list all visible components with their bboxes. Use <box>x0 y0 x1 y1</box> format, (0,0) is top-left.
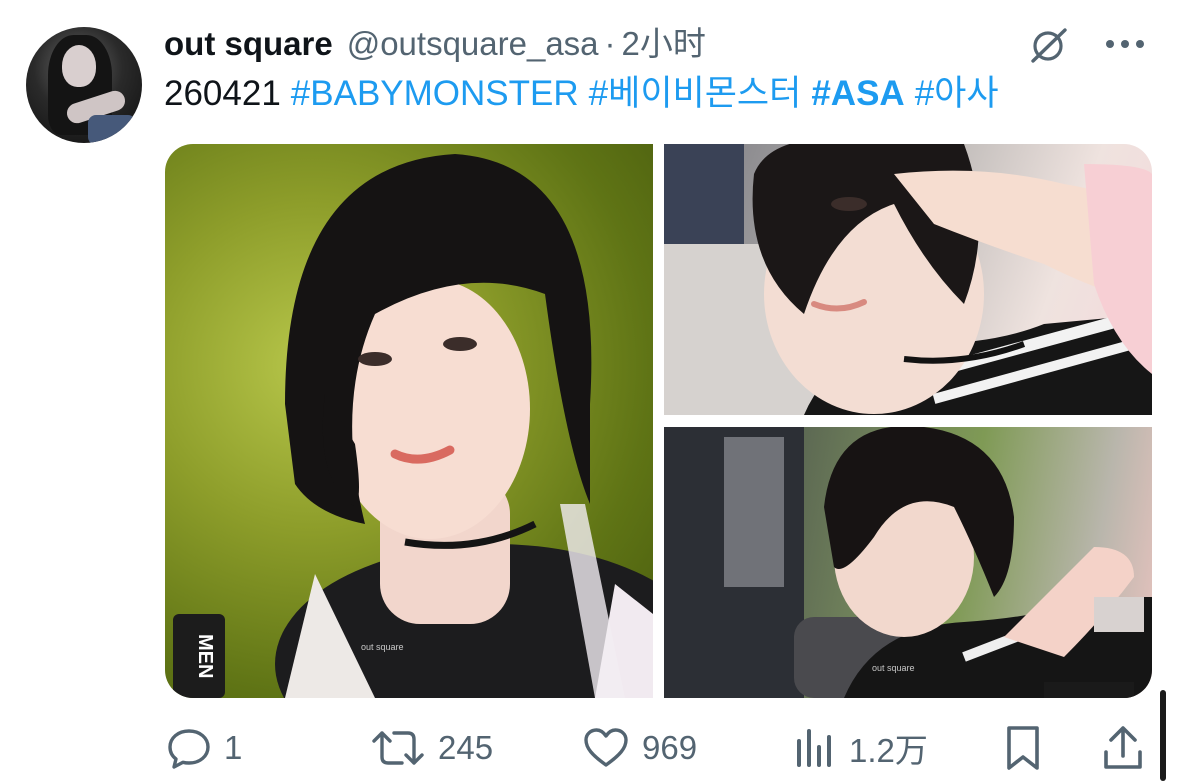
handle[interactable]: @outsquare_asa <box>347 22 599 66</box>
views-button[interactable]: 1.2万 <box>793 720 928 776</box>
tweet[interactable]: out square @outsquare_asa · 2小时 260421 #B… <box>0 0 1179 781</box>
photo-3-watermark: out square <box>872 663 915 673</box>
timestamp[interactable]: 2小时 <box>622 22 706 66</box>
reply-button[interactable]: 1 <box>166 720 242 776</box>
reply-count: 1 <box>224 729 243 766</box>
retweet-button[interactable]: 245 <box>370 720 493 776</box>
media-grid: MEN out square out square <box>165 144 1152 698</box>
hashtag-babymonster[interactable]: #BABYMONSTER <box>291 74 579 113</box>
reply-icon <box>168 729 210 769</box>
grok-icon[interactable] <box>1025 26 1071 66</box>
display-name[interactable]: out square <box>164 22 333 66</box>
views-icon <box>797 729 831 767</box>
avatar[interactable] <box>26 27 142 143</box>
photo-1-watermark: out square <box>361 642 404 652</box>
photo-3[interactable]: out square <box>664 427 1152 698</box>
scrollbar[interactable] <box>1160 690 1166 781</box>
retweet-count: 245 <box>438 729 494 766</box>
tweet-text: 260421 #BABYMONSTER #베이비몬스터 #ASA #아사 <box>164 72 999 116</box>
bookmark-button[interactable] <box>1003 720 1043 776</box>
hashtag-asa[interactable]: #ASA <box>811 74 904 113</box>
avatar-face <box>62 45 96 87</box>
photo-3-illustration <box>664 427 1152 698</box>
like-count: 969 <box>642 729 698 766</box>
like-button[interactable]: 969 <box>582 720 697 776</box>
views-count: 1.2万 <box>849 732 928 769</box>
photo-1-illustration: MEN <box>173 154 653 698</box>
heart-icon <box>584 728 628 767</box>
photo-2[interactable] <box>664 144 1152 415</box>
action-bar: 1 245 969 1.2万 <box>0 720 1179 776</box>
share-button[interactable] <box>1101 720 1145 776</box>
hashtag-asa-korean[interactable]: #아사 <box>915 74 999 113</box>
tweet-date-text: 260421 <box>164 74 281 113</box>
photo-1-sign-text: MEN <box>194 634 216 678</box>
tweet-header: out square @outsquare_asa · 2小时 <box>164 22 706 66</box>
more-options-icon[interactable] <box>1104 37 1146 51</box>
photo-2-illustration <box>664 144 1152 415</box>
avatar-jeans <box>88 115 136 143</box>
hashtag-babymonster-korean[interactable]: #베이비몬스터 <box>589 74 802 113</box>
separator-dot: · <box>604 25 616 62</box>
bookmark-icon <box>1007 726 1039 770</box>
photo-1[interactable]: MEN out square <box>165 144 653 698</box>
retweet-icon <box>372 731 424 765</box>
share-icon <box>1104 726 1142 769</box>
